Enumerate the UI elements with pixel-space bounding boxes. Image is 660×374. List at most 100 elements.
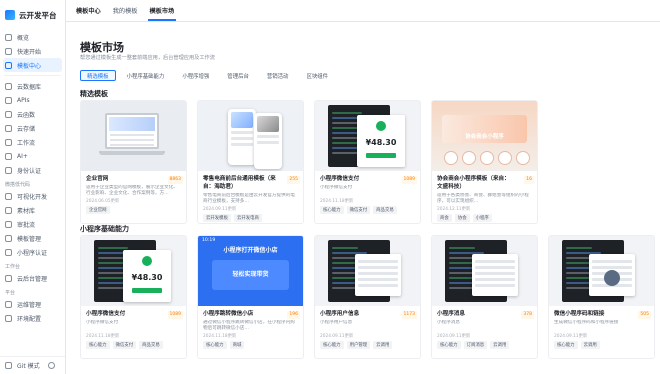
filter-chip[interactable]: 管理后台 [220,70,256,81]
tag: 商城 [229,341,245,349]
tag: 云调用 [373,341,393,349]
sidebar: 云开发平台 概览快速开始模板中心 云数据库 APIs 云函数云存储工作流 AI+ 身份认… [0,0,66,374]
card-thumbnail [432,236,537,306]
sidebar-item-label: 概览 [17,34,30,42]
card-updated-date: 2024.09.11更新 [437,334,471,339]
card-thumbnail: ¥48.30 [315,101,420,171]
sidebar-item[interactable]: 快速开始 [0,44,65,58]
sidebar-item[interactable]: AI+ [0,149,65,163]
filter-chip[interactable]: 精选模板 [80,70,116,81]
card-body: 零售电商前后台通用模板（来自：海助君） 255 零售电商前后台模板是由云开发官方提供… [198,171,303,223]
tag: 商品交易 [373,206,397,214]
sidebar-item[interactable]: 审批流 [0,217,65,231]
card-body: 小程序微信支付 1089 小程序微信支付 2024.11.18更新 核心能力 微信支付 商品… [81,306,186,353]
template-card[interactable]: 微信小程序码和链接 505 生成微信小程序码和小程序链接 2024.09.11更新 核心… [548,235,655,359]
panel-line [475,266,515,269]
brand[interactable]: 云开发平台 [0,0,65,30]
card-body: 小程序消息 378 小程序消息 2024.09.11更新 核心能力 订阅消息 云调用 [432,306,537,353]
sidebar-item[interactable]: 小程序认证 [0,245,65,259]
card-thumbnail [81,101,186,171]
sidebar-item[interactable]: 运维管理 [0,297,65,311]
card-updated-date: 2024.11.18更新 [320,199,354,204]
sidebar-item[interactable]: 可视化开发 [0,189,65,203]
panel-line [475,284,515,287]
template-card[interactable]: 零售电商前后台通用模板（来自：海助君） 255 零售电商前后台模板是由云开发官方提供… [197,100,304,224]
sidebar-item[interactable]: 身份认证 [0,163,65,177]
sidebar-item[interactable]: 云存储 [0,121,65,135]
card-description: 通过微信小程序跳转微信小店，在小程序内购物后可跳转微信小店… [203,320,295,331]
tag: 云开发电商 [233,214,262,222]
sidebar-item-label: 运维管理 [17,301,42,309]
qr-code-icon [604,270,620,286]
line [257,141,279,144]
sidebar-item[interactable]: 云后台管理 [0,271,65,285]
phone-mockup [228,109,256,165]
sidebar-item-label: APIs [17,96,30,104]
card-tags: 核心能力 微信支付 商品交易 [320,206,415,214]
tab-my-templates[interactable]: 我的模板 [107,6,144,21]
preview-panel [472,254,518,296]
wechat-pay-icon [142,256,152,266]
panel-line [592,266,632,269]
card-description: 小程序消息 [437,320,460,325]
sidebar-item[interactable]: 概览 [0,30,65,44]
card-updated-date: 2024.11.18更新 [203,334,237,339]
template-card[interactable]: 10:19 小程序打开微信小店 轻松实现带货 小程序跳转微信小店 196 通过微信小程序跳… [197,235,304,359]
page-subtitle: 帮您通过模板生成一整套前端应用，后台管理应用及工作流 [80,55,215,61]
sidebar-item[interactable]: APIs [0,93,65,107]
tag: 核心能力 [437,341,461,349]
tag: 核心能力 [554,341,578,349]
tag: 核心能力 [320,206,344,214]
panel-line [475,278,515,281]
git-mode-toggle[interactable]: Git 模式 [0,356,65,374]
template-card[interactable]: ¥48.30 小程序微信支付 1089 小程序微信支付 2024.11.18更新 核心能力… [314,100,421,224]
tab-template-center[interactable]: 模板中心 [70,6,107,21]
nav-icon [5,234,12,242]
card-title: 微信小程序码和链接 505 [554,310,651,319]
card-body: 企业官网 8863 适用于企业类型的官网模板，展示企业文化、行业影响、企业文化、合作… [81,171,186,218]
sidebar-item[interactable]: 环境配置 [0,311,65,325]
card-title-text: 零售电商前后台通用模板（来自：海助君） [203,176,276,190]
sidebar-item-label: 快速开始 [17,48,42,56]
section-title-featured: 精选模板 [80,90,108,98]
template-card[interactable]: 小程序消息 378 小程序消息 2024.09.11更新 核心能力 订阅消息 云调用 [431,235,538,359]
card-tags: 商会 协会 小程序 [437,214,532,222]
category-circle-icon [480,151,494,165]
card-title: 零售电商前后台通用模板（来自：海助君） 255 [203,175,300,191]
wechat-pay-icon [376,121,386,131]
sidebar-item[interactable]: 模板中心 [3,58,62,72]
sidebar-item[interactable]: 工作流 [0,135,65,149]
nav-icon [5,166,12,174]
filter-chip[interactable]: 营销活动 [260,70,296,81]
nav-icon [5,248,12,256]
sidebar-item[interactable]: 云数据库 [0,79,65,93]
template-card[interactable]: 协会商会小程序 协会商会小程序模板（来自：文盛科技） 16 适用于各类协会、商会、群组… [431,100,538,224]
filter-chip[interactable]: 区块组件 [299,70,335,81]
filter-chip[interactable]: 小程序增强 [175,70,216,81]
template-card[interactable]: ¥48.30 小程序微信支付 1089 小程序微信支付 2024.11.18更新 核心能力… [80,235,187,359]
card-tags: 核心能力 商城 [203,341,298,349]
tag: 订阅消息 [463,341,488,349]
sidebar-divider [4,75,61,76]
payment-amount: ¥48.30 [365,138,397,147]
sidebar-item-label: 云函数 [17,111,36,119]
sidebar-item[interactable]: 模板管理 [0,231,65,245]
template-card[interactable]: 小程序用户信息 1173 小程序用户信息 2024.09.11更新 核心能力 用户管理 云调… [314,235,421,359]
card-title-text: 小程序微信支付 [320,176,360,182]
filter-chip[interactable]: 小程序基础能力 [120,70,172,81]
template-card[interactable]: 企业官网 8863 适用于企业类型的官网模板，展示企业文化、行业影响、企业文化、合作… [80,100,187,224]
sidebar-item[interactable]: 云函数 [0,107,65,121]
phone-mockup [254,113,282,169]
card-thumbnail [198,101,303,171]
category-circle-icon [462,151,476,165]
category-circle-icon [516,151,530,165]
tab-template-market[interactable]: 模板市场 [144,6,181,21]
sidebar-item[interactable]: 素材库 [0,203,65,217]
settings-icon[interactable] [47,362,55,369]
card-description: 小程序微信支付 [320,185,353,190]
tag: 核心能力 [203,341,227,349]
card-title: 小程序用户信息 1173 [320,310,417,319]
category-circle-icon [444,151,458,165]
sidebar-item-label: 云存储 [17,125,36,133]
sidebar-item-label: 身份认证 [17,167,42,175]
